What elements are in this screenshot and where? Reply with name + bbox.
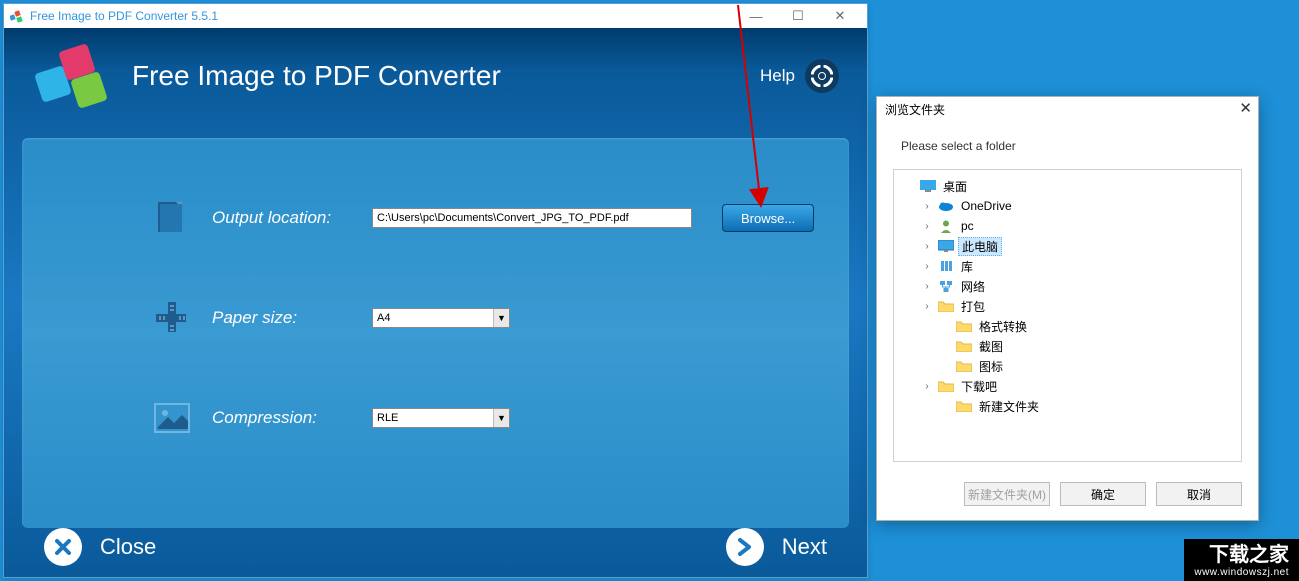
maximize-button[interactable]: ☐ xyxy=(777,6,819,26)
tree-item-label: 库 xyxy=(958,258,976,275)
close-icon xyxy=(44,528,82,566)
net-icon xyxy=(938,279,954,293)
tree-item[interactable]: 截图 xyxy=(898,336,1237,356)
document-icon xyxy=(152,198,192,238)
folder-icon xyxy=(956,400,972,412)
tree-item[interactable]: ›库 xyxy=(898,256,1237,276)
app-logo-icon xyxy=(10,9,24,23)
close-window-button[interactable]: ✕ xyxy=(819,6,861,26)
tree-item[interactable]: 图标 xyxy=(898,356,1237,376)
browse-folder-dialog: 浏览文件夹 ✕ Please select a folder 桌面 › OneDri… xyxy=(876,96,1259,521)
minimize-button[interactable]: — xyxy=(735,6,777,26)
folder-icon xyxy=(956,320,972,332)
dialog-title: 浏览文件夹 xyxy=(885,101,945,118)
tree-item-label: 格式转换 xyxy=(976,318,1030,335)
next-button[interactable]: Next xyxy=(726,528,827,566)
expand-icon[interactable]: › xyxy=(920,201,934,212)
folder-icon xyxy=(938,300,954,312)
expand-icon[interactable]: › xyxy=(920,301,934,312)
tree-item-label: 下载吧 xyxy=(958,378,1000,395)
compression-row: Compression: RLE ▼ xyxy=(152,398,819,438)
expand-icon[interactable]: › xyxy=(920,261,934,272)
expand-icon[interactable]: › xyxy=(920,241,934,252)
compression-value: RLE xyxy=(373,412,493,424)
tree-item[interactable]: › pc xyxy=(898,216,1237,236)
browse-button[interactable]: Browse... xyxy=(722,204,814,232)
onedrive-icon xyxy=(938,200,954,212)
help-icon xyxy=(805,59,839,93)
close-button[interactable]: Close xyxy=(44,528,156,566)
next-icon xyxy=(726,528,764,566)
next-label: Next xyxy=(782,534,827,560)
paper-size-select[interactable]: A4 ▼ xyxy=(372,308,510,328)
titlebar: Free Image to PDF Converter 5.5.1 — ☐ ✕ xyxy=(4,4,867,28)
tree-item-label: 图标 xyxy=(976,358,1006,375)
paper-size-label: Paper size: xyxy=(212,308,352,328)
dialog-prompt: Please select a folder xyxy=(877,121,1258,163)
close-label: Close xyxy=(100,534,156,560)
dialog-close-button[interactable]: ✕ xyxy=(1239,99,1252,117)
tree-item-label: 打包 xyxy=(958,298,988,315)
app-body: Free Image to PDF Converter Help Output … xyxy=(4,28,867,577)
paper-size-value: A4 xyxy=(373,312,493,324)
tree-item[interactable]: › 此电脑 xyxy=(898,236,1237,256)
compression-label: Compression: xyxy=(212,408,352,428)
tree-item-label: pc xyxy=(958,219,977,233)
watermark-brand: 下载之家 xyxy=(1194,543,1289,567)
compression-select[interactable]: RLE ▼ xyxy=(372,408,510,428)
app-logo-large-icon xyxy=(32,41,110,111)
desktop-icon xyxy=(920,180,936,192)
ruler-icon xyxy=(152,298,192,338)
output-location-label: Output location: xyxy=(212,208,352,228)
cancel-button[interactable]: 取消 xyxy=(1156,482,1242,506)
folder-icon xyxy=(956,360,972,372)
watermark: 下载之家 www.windowszj.net xyxy=(1184,539,1299,581)
chevron-down-icon: ▼ xyxy=(493,409,509,427)
folder-tree[interactable]: 桌面›OneDrive›pc›此电脑›库›网络›打包格式转换截图图标›下载吧新建… xyxy=(893,169,1242,462)
paper-size-row: Paper size: A4 ▼ xyxy=(152,298,819,338)
tree-item-label: 截图 xyxy=(976,338,1006,355)
tree-item-label: 新建文件夹 xyxy=(976,398,1042,415)
lib-icon xyxy=(938,259,954,273)
tree-item-label: 此电脑 xyxy=(958,237,1002,256)
image-icon xyxy=(152,398,192,438)
output-location-input[interactable] xyxy=(372,208,692,228)
window-title: Free Image to PDF Converter 5.5.1 xyxy=(30,9,735,23)
tree-item-label: 网络 xyxy=(958,278,988,295)
folder-icon xyxy=(938,380,954,392)
folder-icon xyxy=(956,340,972,352)
new-folder-button[interactable]: 新建文件夹(M) xyxy=(964,482,1050,506)
help-label: Help xyxy=(760,66,795,86)
chevron-down-icon: ▼ xyxy=(493,309,509,327)
tree-item[interactable]: › 下载吧 xyxy=(898,376,1237,396)
expand-icon[interactable]: › xyxy=(920,281,934,292)
expand-icon[interactable]: › xyxy=(920,221,934,232)
tree-item[interactable]: › OneDrive xyxy=(898,196,1237,216)
tree-item[interactable]: 格式转换 xyxy=(898,316,1237,336)
tree-item[interactable]: 新建文件夹 xyxy=(898,396,1237,416)
expand-icon[interactable]: › xyxy=(920,381,934,392)
content-panel: Output location: Browse... Paper size: A… xyxy=(22,138,849,528)
ok-button[interactable]: 确定 xyxy=(1060,482,1146,506)
watermark-url: www.windowszj.net xyxy=(1194,567,1289,579)
app-window: Free Image to PDF Converter 5.5.1 — ☐ ✕ … xyxy=(3,3,868,578)
tree-item-label: OneDrive xyxy=(958,199,1015,213)
help-link[interactable]: Help xyxy=(760,59,839,93)
tree-item[interactable]: › 网络 xyxy=(898,276,1237,296)
tree-item-label: 桌面 xyxy=(940,178,970,195)
tree-item[interactable]: › 打包 xyxy=(898,296,1237,316)
pc-icon xyxy=(938,240,954,252)
user-icon xyxy=(938,219,954,233)
tree-item[interactable]: 桌面 xyxy=(898,176,1237,196)
output-location-row: Output location: Browse... xyxy=(152,198,819,238)
app-title: Free Image to PDF Converter xyxy=(132,60,760,92)
